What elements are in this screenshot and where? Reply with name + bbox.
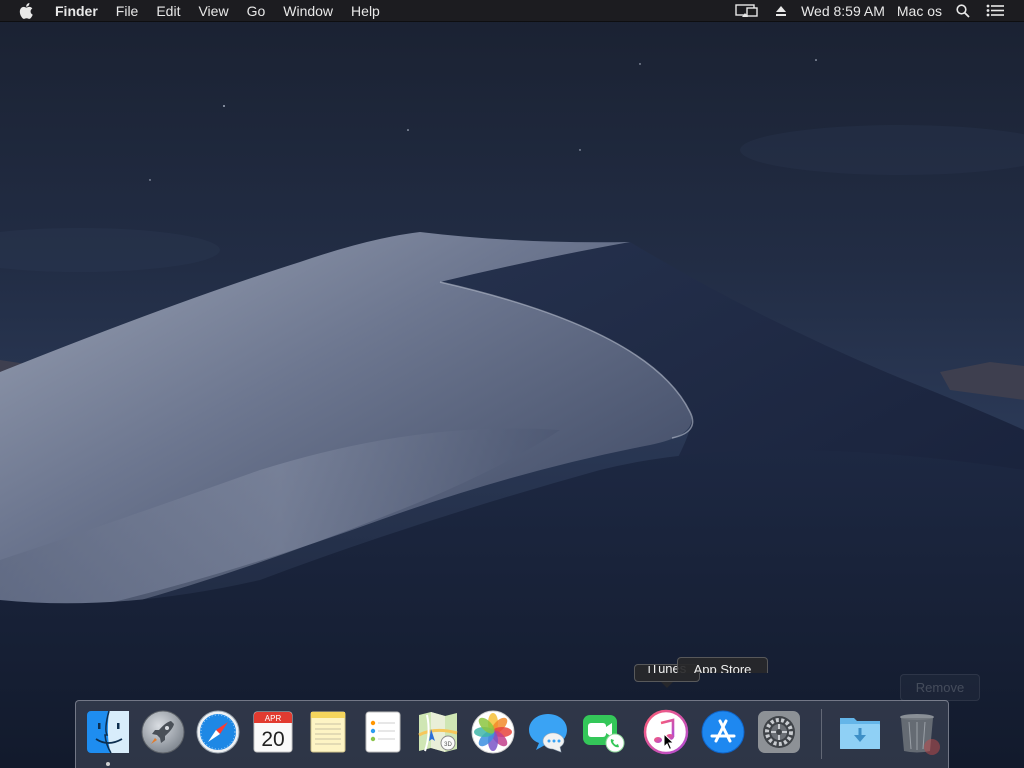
dock-item-finder[interactable] [85, 709, 131, 755]
reminders-icon [365, 711, 401, 753]
finder-icon [87, 710, 129, 754]
menu-bar: Finder File Edit View Go Window Help Wed… [0, 0, 1024, 22]
menu-view[interactable]: View [189, 0, 237, 22]
finder-running-indicator [106, 762, 110, 766]
tooltip-arrow [661, 682, 673, 688]
dock-item-system-preferences[interactable] [756, 709, 802, 755]
menu-window[interactable]: Window [274, 0, 342, 22]
dock-item-photos[interactable] [470, 709, 516, 755]
dock-item-safari[interactable] [195, 709, 241, 755]
menu-file[interactable]: File [107, 0, 148, 22]
dock-item-maps[interactable]: 3D [415, 709, 461, 755]
spotlight-search-icon[interactable] [948, 0, 978, 22]
dock-item-calendar[interactable]: APR 20 [250, 709, 296, 755]
mojave-dune-wallpaper [0, 0, 1024, 768]
desktop[interactable]: Finder File Edit View Go Window Help Wed… [0, 0, 1024, 768]
notification-center-icon[interactable] [978, 0, 1012, 22]
dock: APR 20 3D [75, 700, 949, 768]
dock-item-messages[interactable] [525, 709, 571, 755]
remove-from-dock-label: Remove [900, 674, 980, 701]
maps-icon: 3D [418, 712, 458, 752]
messages-icon [529, 714, 567, 753]
menu-help[interactable]: Help [342, 0, 389, 22]
dock-item-trash[interactable] [894, 709, 940, 755]
calendar-day: 20 [261, 728, 284, 751]
facetime-icon [583, 715, 625, 753]
eject-icon[interactable] [767, 0, 795, 22]
menu-edit[interactable]: Edit [147, 0, 189, 22]
dock-item-app-store[interactable] [700, 709, 746, 755]
system-preferences-icon [758, 711, 800, 753]
menu-app-finder[interactable]: Finder [47, 0, 107, 22]
airplay-display-icon[interactable] [727, 0, 767, 22]
dock-separator [821, 709, 822, 759]
apple-logo-icon[interactable] [19, 2, 35, 19]
menu-clock[interactable]: Wed 8:59 AM [795, 0, 891, 22]
dock-item-launchpad[interactable] [140, 709, 186, 755]
dock-item-notes[interactable] [305, 709, 351, 755]
dock-item-facetime[interactable] [580, 709, 626, 755]
notes-icon [310, 711, 346, 753]
dock-item-downloads[interactable] [837, 709, 883, 755]
menu-user-name[interactable]: Mac os [891, 0, 948, 22]
downloads-folder-icon [840, 718, 880, 749]
safari-icon [196, 710, 240, 754]
launchpad-icon [141, 710, 185, 754]
menu-go[interactable]: Go [238, 0, 275, 22]
app-store-tooltip: App Store [677, 657, 768, 673]
calendar-month: APR [265, 714, 282, 723]
calendar-icon: APR 20 [253, 711, 293, 753]
dock-item-reminders[interactable] [360, 709, 406, 755]
app-store-icon [701, 710, 745, 754]
trash-icon [900, 714, 940, 755]
svg-text:3D: 3D [444, 742, 452, 748]
photos-icon [471, 710, 515, 754]
mouse-cursor-icon [663, 733, 675, 751]
